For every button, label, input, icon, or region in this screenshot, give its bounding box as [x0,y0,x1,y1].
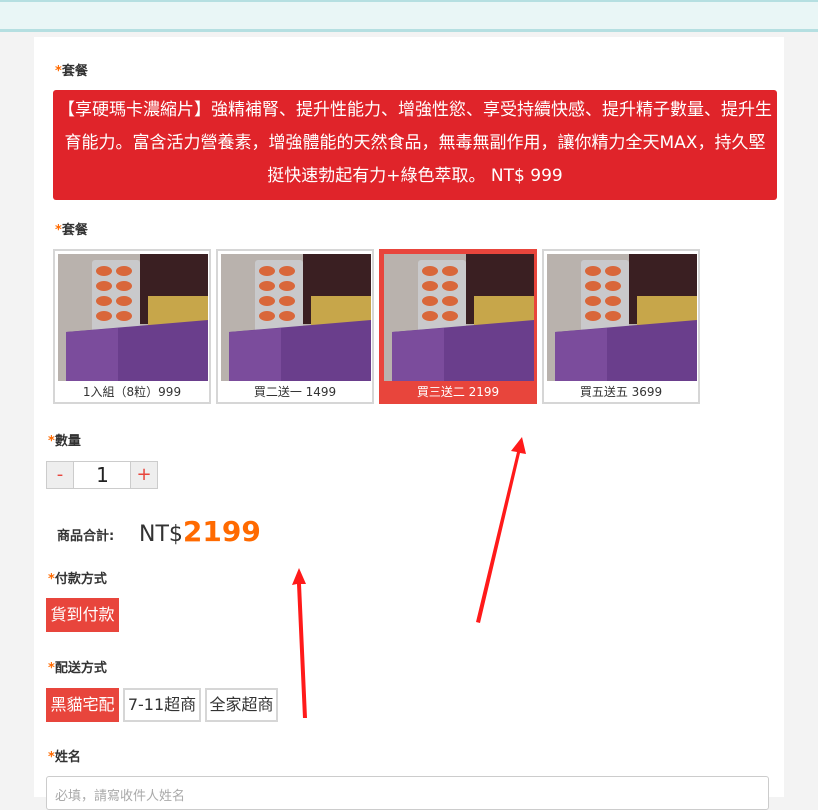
payment-option-cod[interactable]: 貨到付款 [46,598,119,632]
product-description-text: 【享硬瑪卡濃縮片】強精補腎、提升性能力、增強性慾、享受持續快感、提升精子數量、提… [58,100,772,186]
quantity-increment-button[interactable]: + [130,462,157,488]
product-image [58,254,208,381]
product-image [384,254,534,381]
product-image [547,254,697,381]
package-option-label: 1入組（8粒）999 [82,385,182,399]
package-option-4[interactable]: 買五送五 3699 [542,249,700,404]
package-options-label: *套餐 [55,223,88,238]
package-option-2[interactable]: 買二送一 1499 [216,249,374,404]
product-image [221,254,371,381]
package-option-label: 買二送一 1499 [253,385,337,399]
package-section-label: *套餐 [55,64,88,79]
name-input[interactable]: 必填，請寫收件人姓名 [46,776,769,810]
product-description-banner: 【享硬瑪卡濃縮片】強精補腎、提升性能力、增強性慾、享受持續快感、提升精子數量、提… [53,90,777,200]
package-option-1[interactable]: 1入組（8粒）999 [53,249,211,404]
quantity-stepper: - 1 + [46,461,158,489]
total-price: NT$2199 [139,515,261,548]
package-option-label: 買五送五 3699 [579,385,663,399]
package-option-3[interactable]: 買三送二 2199 [379,249,537,404]
payment-method-label: *付款方式 [48,572,107,587]
total-label: 商品合計: [57,529,115,544]
total-currency: NT$ [139,522,183,547]
total-amount: 2199 [182,515,261,548]
package-option-label: 買三送二 2199 [416,385,500,399]
top-bar [0,0,818,32]
quantity-decrement-button[interactable]: - [47,462,74,488]
shipping-option-black-cat[interactable]: 黑貓宅配 [46,688,119,722]
quantity-input[interactable]: 1 [74,462,131,488]
quantity-label: *數量 [48,434,81,449]
shipping-option-711[interactable]: 7-11超商 [123,688,201,722]
shipping-method-label: *配送方式 [48,661,107,676]
shipping-option-family-mart[interactable]: 全家超商 [205,688,278,722]
name-label: *姓名 [48,750,81,765]
